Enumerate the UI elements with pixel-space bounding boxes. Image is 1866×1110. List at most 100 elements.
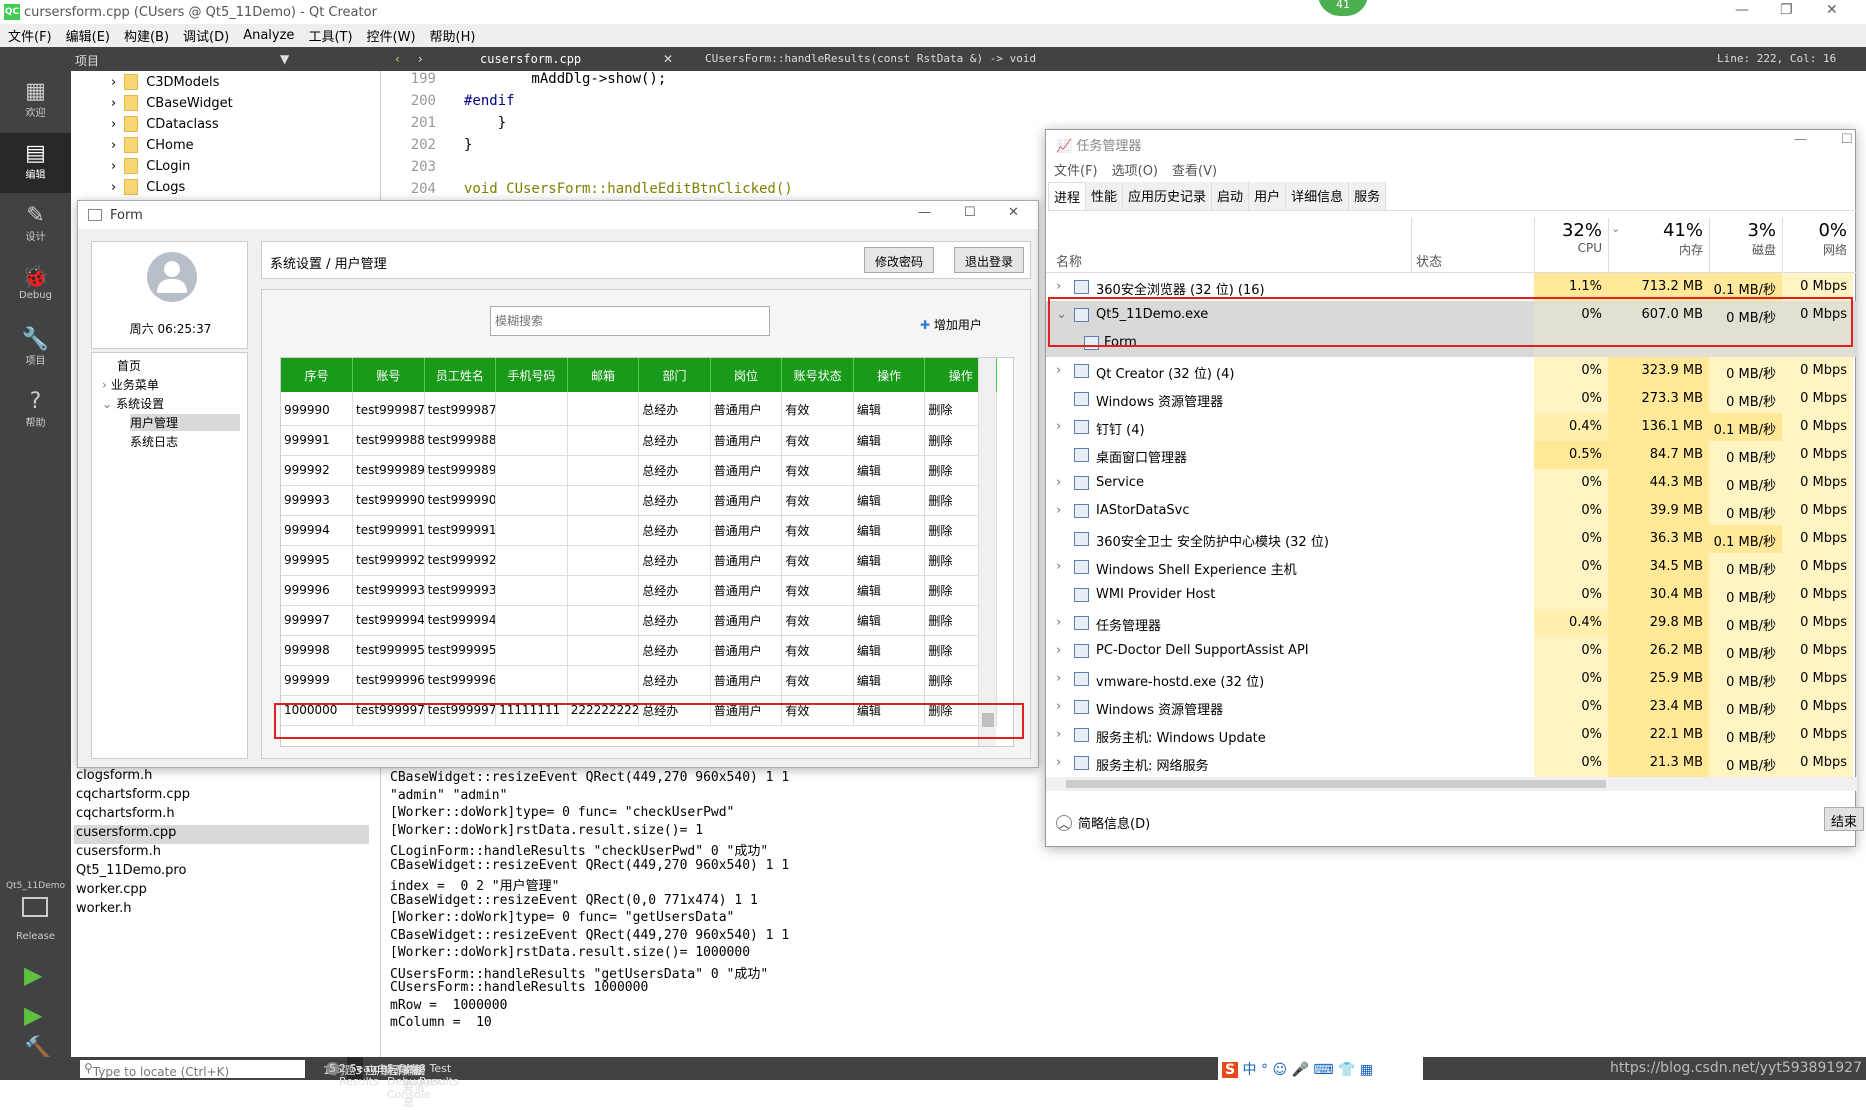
expand-icon[interactable]: › bbox=[1056, 643, 1061, 658]
search-input[interactable] bbox=[490, 306, 770, 336]
table-row[interactable]: 999997 test999994 test999994 总经办 普通用户 有效 编辑 删除 bbox=[281, 605, 997, 636]
column-status[interactable]: 状态 bbox=[1411, 218, 1442, 273]
table-row[interactable]: 999994 test999991 test999991 总经办 普通用户 有效 编辑 删除 bbox=[281, 515, 997, 546]
mode-wrench[interactable]: 🔧 项目 bbox=[0, 319, 71, 379]
column-cpu[interactable]: 32% CPU bbox=[1534, 218, 1608, 273]
column-header[interactable]: 岗位 bbox=[710, 358, 783, 392]
table-row[interactable]: 999995 test999992 test999992 总经办 普通用户 有效 编辑 删除 bbox=[281, 545, 997, 576]
tm-menu-item[interactable]: 查看(V) bbox=[1172, 160, 1217, 179]
output-tab[interactable]: 1 问题 5 bbox=[315, 1057, 356, 1080]
column-disk[interactable]: 3% 磁盘 bbox=[1709, 218, 1782, 273]
process-row[interactable]: Windows 资源管理器 0% 273.3 MB 0 MB/秒 0 Mbps bbox=[1046, 385, 1857, 413]
expand-icon[interactable]: › bbox=[1056, 559, 1061, 574]
ime-toolbar[interactable]: S 中 ° ☺ 🎤 ⌨ 👕 ▦ bbox=[1218, 1057, 1423, 1080]
process-row[interactable]: › Qt Creator (32 位) (4) 0% 323.9 MB 0 MB/秒 0 … bbox=[1046, 357, 1857, 385]
chevron-right-icon[interactable]: › bbox=[111, 159, 116, 174]
expand-icon[interactable]: › bbox=[1056, 475, 1061, 490]
file-item[interactable]: worker.cpp bbox=[74, 882, 369, 901]
column-mem[interactable]: 41% 内存 bbox=[1608, 218, 1709, 273]
tree-item[interactable]: › C3DModels bbox=[111, 72, 219, 92]
notification-badge[interactable]: 41 bbox=[1318, 0, 1368, 16]
tree-item[interactable]: › CHome bbox=[111, 135, 194, 155]
tm-tab[interactable]: 用户 bbox=[1249, 182, 1287, 210]
nav-item[interactable]: 首页 bbox=[117, 357, 141, 374]
form-close-button[interactable]: ✕ bbox=[1008, 205, 1019, 220]
tm-minimize-button[interactable]: — bbox=[1794, 132, 1807, 147]
tree-item[interactable]: › CLogin bbox=[111, 156, 190, 176]
column-header[interactable]: 邮箱 bbox=[567, 358, 640, 392]
menu-item[interactable]: 编辑(E) bbox=[66, 26, 110, 45]
edit-link[interactable]: 编辑 bbox=[853, 575, 926, 606]
process-row[interactable]: › 钉钉 (4) 0.4% 136.1 MB 0.1 MB/秒 0 Mbps bbox=[1046, 413, 1857, 441]
mode-help[interactable]: ? 帮助 bbox=[0, 381, 71, 441]
file-item[interactable]: Qt5_11Demo.pro bbox=[74, 863, 369, 882]
fewer-details-button[interactable]: ︿ 简略信息(D) bbox=[1056, 813, 1150, 832]
table-row[interactable]: 999993 test999990 test999990 总经办 普通用户 有效 编辑 删除 bbox=[281, 485, 997, 516]
maximize-button[interactable]: ❐ bbox=[1780, 2, 1793, 18]
tree-item[interactable]: › CLogs bbox=[111, 177, 185, 197]
process-row[interactable]: › IAStorDataSvc 0% 39.9 MB 0 MB/秒 0 Mbps bbox=[1046, 497, 1857, 525]
column-header[interactable]: 手机号码 bbox=[495, 358, 568, 392]
file-item[interactable]: cusersform.h bbox=[74, 844, 369, 863]
expand-icon[interactable]: › bbox=[1056, 363, 1061, 378]
column-header[interactable]: 账号 bbox=[352, 358, 425, 392]
expand-icon[interactable]: › bbox=[1056, 615, 1061, 630]
end-task-button[interactable]: 结束 bbox=[1824, 807, 1864, 831]
table-row[interactable]: 999992 test999989 test999989 总经办 普通用户 有效 编辑 删除 bbox=[281, 455, 997, 486]
process-row[interactable]: 桌面窗口管理器 0.5% 84.7 MB 0 MB/秒 0 Mbps bbox=[1046, 441, 1857, 469]
column-net[interactable]: 0% 网络 bbox=[1782, 218, 1853, 273]
tm-tab[interactable]: 应用历史记录 bbox=[1123, 182, 1213, 210]
chevron-right-icon[interactable]: › bbox=[111, 96, 116, 111]
expand-icon[interactable]: › bbox=[1056, 699, 1061, 714]
filter-icon[interactable]: ▼ bbox=[280, 52, 289, 66]
debug-run-icon[interactable]: ▶ bbox=[24, 1001, 42, 1029]
table-scrollbar[interactable] bbox=[978, 358, 996, 746]
tm-tab[interactable]: 进程 bbox=[1048, 182, 1087, 210]
mode-grid[interactable]: ▦ 欢迎 bbox=[0, 71, 71, 131]
edit-link[interactable]: 编辑 bbox=[853, 515, 926, 546]
cursor-position[interactable]: Line: 222, Col: 16 bbox=[1717, 52, 1836, 65]
file-item[interactable]: cusersform.cpp bbox=[74, 825, 369, 844]
chevron-right-icon[interactable]: › bbox=[111, 117, 116, 132]
run-icon[interactable]: ▶ bbox=[24, 961, 42, 989]
process-row[interactable]: › 服务主机: 网络服务 0% 21.3 MB 0 MB/秒 0 Mbps bbox=[1046, 749, 1857, 777]
mode-bug[interactable]: 🐞 Debug bbox=[0, 257, 71, 317]
table-row[interactable]: 999999 test999996 test999996 总经办 普通用户 有效 编辑 删除 bbox=[281, 665, 997, 696]
process-row[interactable]: › Windows Shell Experience 主机 0% 34.5 MB 0 M… bbox=[1046, 553, 1857, 581]
project-view-selector[interactable]: 项目 bbox=[75, 52, 99, 69]
process-row[interactable]: WMI Provider Host 0% 30.4 MB 0 MB/秒 0 Mbps bbox=[1046, 581, 1857, 609]
chevron-right-icon[interactable]: › bbox=[111, 180, 116, 195]
edit-link[interactable]: 编辑 bbox=[853, 635, 926, 666]
tree-item[interactable]: › CBaseWidget bbox=[111, 93, 233, 113]
chevron-right-icon[interactable]: › bbox=[111, 75, 116, 90]
add-user-button[interactable]: ✚ 增加用户 bbox=[920, 316, 982, 333]
chevron-down-icon[interactable]: ⌄ bbox=[102, 397, 112, 411]
process-row[interactable]: › PC-Doctor Dell SupportAssist API 0% 26.2 … bbox=[1046, 637, 1857, 665]
tree-item[interactable]: › CDataclass bbox=[111, 114, 219, 134]
expand-icon[interactable]: › bbox=[1056, 503, 1061, 518]
form-minimize-button[interactable]: — bbox=[918, 205, 931, 220]
column-header[interactable]: 操作 bbox=[853, 358, 926, 392]
menu-item[interactable]: 控件(W) bbox=[367, 26, 416, 45]
file-item[interactable]: clogsform.h bbox=[74, 768, 369, 787]
menu-item[interactable]: 工具(T) bbox=[308, 26, 352, 45]
table-row[interactable]: 999991 test999988 test999988 总经办 普通用户 有效 编辑 删除 bbox=[281, 425, 997, 456]
process-row[interactable]: › vmware-hostd.exe (32 位) 0% 25.9 MB 0 MB/秒 0… bbox=[1046, 665, 1857, 693]
column-header[interactable]: 部门 bbox=[638, 358, 711, 392]
back-icon[interactable]: ‹ bbox=[395, 52, 400, 66]
process-row[interactable]: › 服务主机: Windows Update 0% 22.1 MB 0 MB/秒 0 Mb… bbox=[1046, 721, 1857, 749]
menu-item[interactable]: 调试(D) bbox=[183, 26, 229, 45]
edit-link[interactable]: 编辑 bbox=[853, 485, 926, 516]
column-name[interactable]: 名称 bbox=[1056, 251, 1082, 270]
nav-item[interactable]: › 业务菜单 bbox=[102, 376, 159, 393]
tm-tab[interactable]: 详细信息 bbox=[1286, 182, 1350, 210]
tm-horizontal-scrollbar[interactable] bbox=[1046, 777, 1857, 791]
chevron-right-icon[interactable]: › bbox=[111, 138, 116, 153]
chevron-right-icon[interactable]: › bbox=[102, 378, 107, 392]
process-row[interactable]: › 任务管理器 0.4% 29.8 MB 0 MB/秒 0 Mbps bbox=[1046, 609, 1857, 637]
process-row[interactable]: › Service 0% 44.3 MB 0 MB/秒 0 Mbps bbox=[1046, 469, 1857, 497]
menu-item[interactable]: Analyze bbox=[243, 28, 294, 43]
column-header[interactable]: 序号 bbox=[281, 358, 354, 392]
menu-item[interactable]: 文件(F) bbox=[8, 26, 52, 45]
edit-link[interactable]: 编辑 bbox=[853, 605, 926, 636]
